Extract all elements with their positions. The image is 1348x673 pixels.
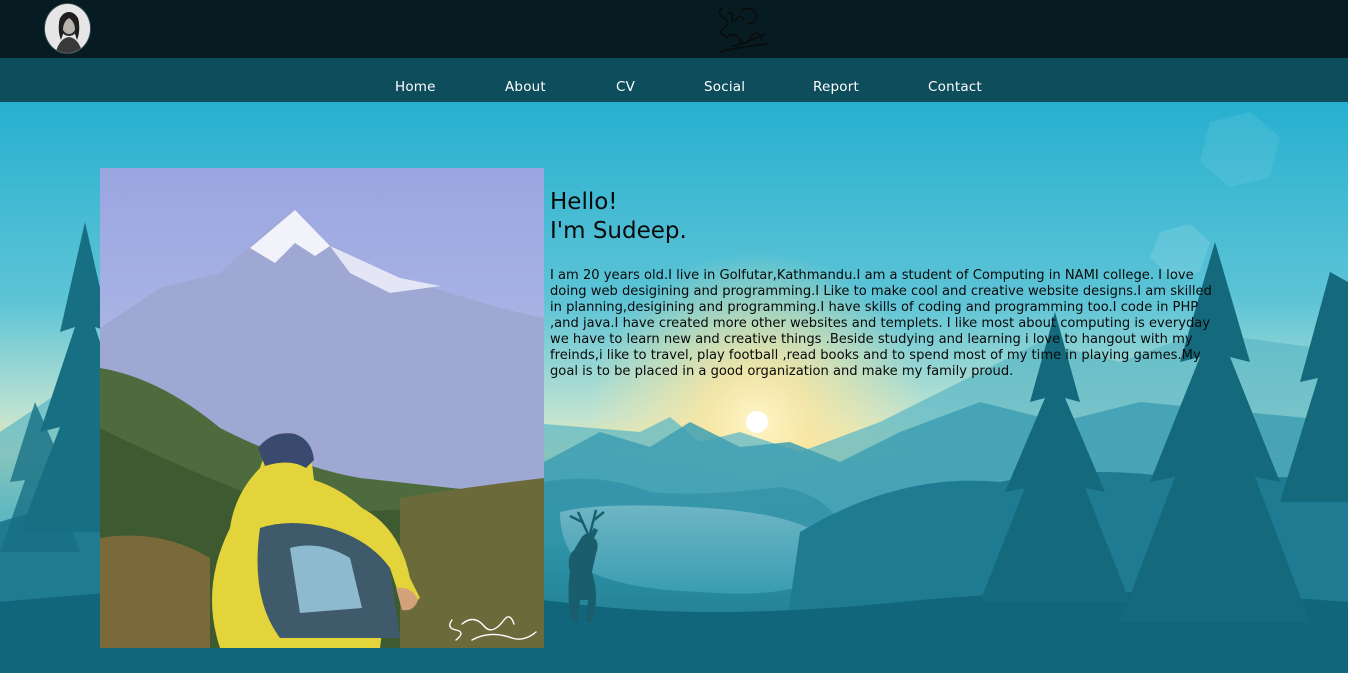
nav-contact[interactable]: Contact [928, 79, 982, 95]
profile-avatar[interactable] [44, 3, 91, 54]
nav-cv[interactable]: CV [616, 79, 635, 95]
top-header [0, 0, 1348, 58]
signature-logo[interactable] [712, 0, 772, 56]
nav-home[interactable]: Home [395, 79, 436, 95]
bio-paragraph: I am 20 years old.I live in Golfutar,Kat… [550, 268, 1212, 379]
greeting-line-1: Hello! [550, 189, 618, 215]
greeting-line-2: I'm Sudeep. [550, 218, 687, 244]
nav-social[interactable]: Social [704, 79, 745, 95]
signature-logo-icon [718, 7, 769, 53]
nav-report[interactable]: Report [813, 79, 859, 95]
mountain-hiker-photo [100, 168, 544, 648]
nav-about[interactable]: About [505, 79, 546, 95]
intro-section: Hello! I'm Sudeep. I am 20 years old.I l… [550, 188, 1220, 380]
hiker-photo-icon [100, 168, 544, 648]
avatar-photo-icon [45, 4, 90, 53]
main-nav: Home About CV Social Report Contact [0, 58, 1348, 102]
